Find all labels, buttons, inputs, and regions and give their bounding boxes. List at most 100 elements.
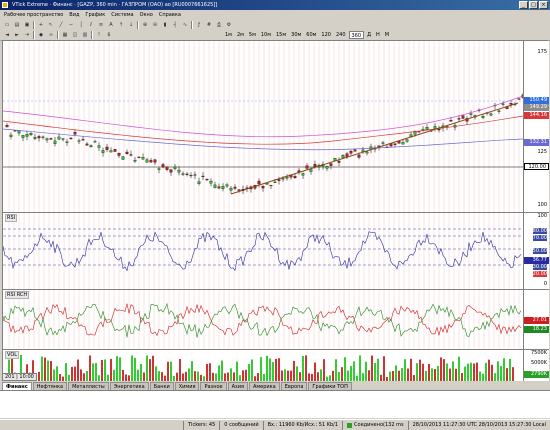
cursor-icon[interactable]: ↖ [47,21,55,29]
timeframe-2м[interactable]: 2м [235,31,246,39]
timeframe-М[interactable]: М [383,31,391,39]
candles-icon[interactable]: ▮ [161,21,169,29]
menu-system[interactable]: Система [111,12,133,18]
candle-body [213,184,217,188]
vline-icon[interactable]: │ [77,21,85,29]
timeframe-360[interactable]: 360 [348,31,365,39]
timeframe-15м[interactable]: 15м [274,31,288,39]
menu-view[interactable]: Вид [69,12,79,18]
alert-icon[interactable]: ! [95,31,103,39]
maximize-button[interactable]: □ [529,1,538,9]
tab-6[interactable]: Разное [200,382,227,390]
tab-1[interactable]: Нефтянка [32,382,68,390]
volume-chart[interactable] [3,350,523,381]
candle-body [165,166,169,170]
tab-0[interactable]: Финанс [2,382,32,390]
volume-bar [332,370,334,381]
rsi-pane[interactable]: RSI 100 80.00 70.00 50.00 30.00 20.00 0 … [3,213,549,290]
zoom-in-icon[interactable]: ⊕ [141,21,149,29]
rch-pane[interactable]: RSI RCH 27.01 18.23 [3,290,549,350]
tab-10[interactable]: Графики ТОП [308,382,352,390]
candle-body [21,135,25,138]
zoom-out-icon[interactable]: ⊖ [151,21,159,29]
template-icon[interactable]: ▥ [81,31,89,39]
menu-workspace[interactable]: Рабочее пространство [4,12,63,18]
volume-axis[interactable]: 7500K 5000K 2790K [523,350,549,381]
rsi-chart[interactable] [3,213,523,289]
open-icon[interactable]: ▤ [13,21,21,29]
volume-pane[interactable]: VOL 7500K 5000K 2790K [3,350,549,381]
rsi-axis[interactable]: 100 80.00 70.00 50.00 30.00 20.00 0 36.7… [523,213,549,289]
autoscroll-icon[interactable]: ⇥ [23,31,31,39]
timeframe-selector: 1м 2м 5м 10м 15м 30м 60м 120 240 360 Д Н М [223,31,391,39]
price-chart[interactable] [3,41,523,212]
minimize-button[interactable]: _ [519,1,528,9]
messages-count[interactable]: 0 сообщений [220,420,264,430]
link-icon[interactable]: ∞ [47,31,55,39]
print-icon[interactable]: ⎙ [215,21,223,29]
menu-help[interactable]: Справка [159,12,181,18]
timeframe-Н[interactable]: Н [374,31,382,39]
candle-body [113,149,117,152]
tab-3[interactable]: Энергетика [109,382,149,390]
scroll-right-icon[interactable]: ► [13,31,21,39]
timeframe-Д[interactable]: Д [365,31,373,39]
menu-chart[interactable]: График [85,12,105,18]
tab-8[interactable]: Америка [248,382,280,390]
indicator-icon[interactable]: ƒ [195,21,203,29]
tab-4[interactable]: Банки [149,382,174,390]
channel-icon[interactable]: ⫽ [87,21,95,29]
candle-body [41,136,45,138]
order-icon[interactable]: $ [105,31,113,39]
candle-body [77,140,81,142]
rch-axis[interactable]: 27.01 18.23 [523,290,549,349]
volume-bar [485,362,487,381]
crosshair-icon[interactable]: + [37,21,45,29]
tab-7[interactable]: Азия [227,382,248,390]
level-price-tag: 120.00 [524,163,549,170]
volume-bar [431,368,433,381]
separator [33,21,35,29]
timeframe-240[interactable]: 240 [334,31,348,39]
timeframe-1м[interactable]: 1м [223,31,234,39]
volume-bar [218,365,220,381]
timeframe-5м[interactable]: 5м [247,31,258,39]
candle-body [189,174,193,177]
timeframe-10м[interactable]: 10м [259,31,273,39]
text-icon[interactable]: A [107,21,115,29]
ticker-icon[interactable]: ◆ [37,31,45,39]
candle-body [149,160,153,163]
line-icon[interactable]: ∿ [181,21,189,29]
arrow-up-icon[interactable]: ↑ [117,21,125,29]
tab-2[interactable]: Металлисты [68,382,109,390]
candle-body [517,98,521,100]
fibo-icon[interactable]: ≡ [97,21,105,29]
new-icon[interactable]: ▭ [3,21,11,29]
scroll-left-icon[interactable]: ◄ [3,31,11,39]
price-pane[interactable]: 175 150 125 100 150.49 149.29 144.16 132… [3,41,549,213]
volume-bar [110,358,112,381]
volume-bar [470,362,472,381]
trendline-icon[interactable]: ╱ [57,21,65,29]
volume-bar [155,366,157,381]
volume-bar [473,363,475,381]
arrow-down-icon[interactable]: ↓ [127,21,135,29]
rch-chart[interactable] [3,290,523,349]
volume-bar [338,371,340,381]
price-axis[interactable]: 175 150 125 100 150.49 149.29 144.16 132… [523,41,549,212]
menu-window[interactable]: Окно [140,12,153,18]
layout-icon[interactable]: ▦ [61,31,69,39]
timeframe-60м[interactable]: 60м [304,31,318,39]
close-button[interactable]: × [539,1,548,9]
tab-9[interactable]: Европа [280,382,308,390]
timeframe-120[interactable]: 120 [319,31,333,39]
timeframe-30м[interactable]: 30м [289,31,303,39]
candle-body [205,178,209,181]
hline-icon[interactable]: ─ [67,21,75,29]
grid-icon[interactable]: # [205,21,213,29]
split-icon[interactable]: ◫ [71,31,79,39]
settings-icon[interactable]: ⚙ [225,21,233,29]
tab-5[interactable]: Химия [174,382,200,390]
save-icon[interactable]: ▣ [23,21,31,29]
bars-icon[interactable]: ┤ [171,21,179,29]
